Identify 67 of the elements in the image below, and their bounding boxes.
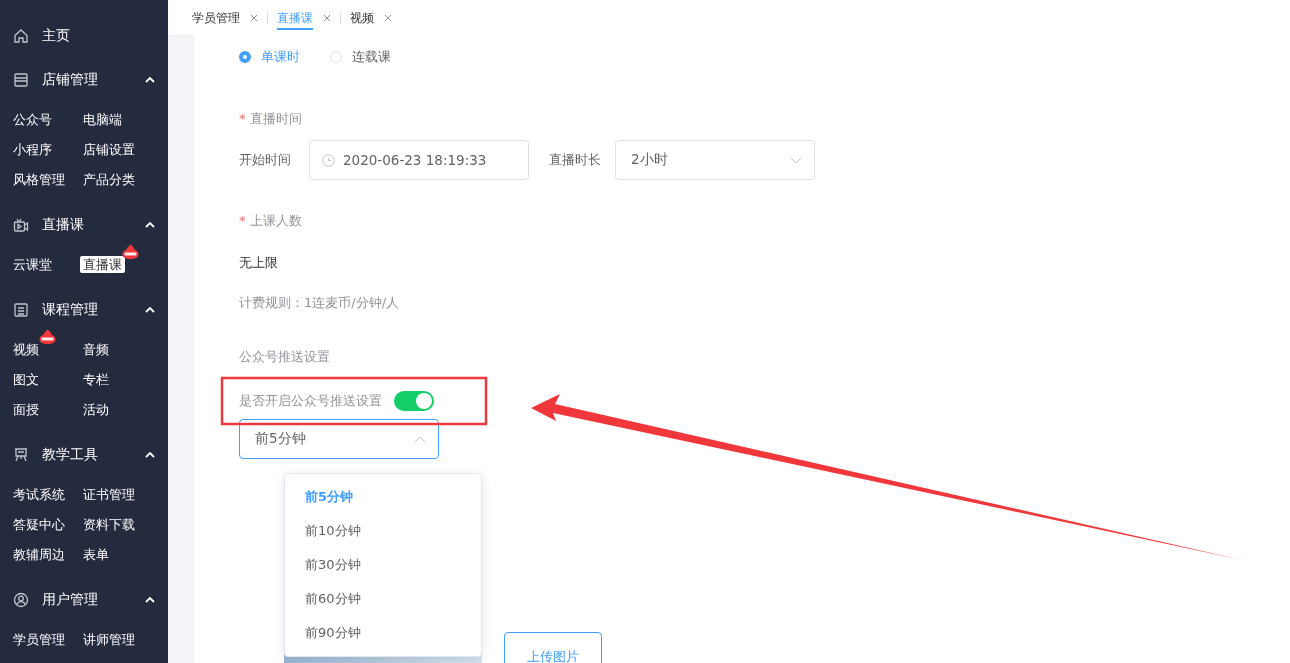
tab[interactable]: 学员管理 [192, 7, 240, 28]
menu-item[interactable]: 学员管理 [10, 631, 68, 648]
duration-select[interactable]: 2小时 [615, 140, 815, 180]
close-icon[interactable] [250, 13, 258, 22]
dropdown-option[interactable]: 前60分钟 [285, 582, 481, 616]
store-icon [13, 72, 29, 88]
easel-icon [13, 447, 29, 463]
reminder-select[interactable]: 前5分钟 [239, 419, 439, 459]
menu-item[interactable]: 表单 [80, 546, 112, 563]
menu-item[interactable]: 讲师管理 [80, 631, 138, 648]
menu-section-title[interactable]: 直播课 [42, 216, 132, 234]
menu-item[interactable]: 教辅周边 [10, 546, 68, 563]
menu-item[interactable]: 答疑中心 [10, 516, 68, 533]
required-mark: * [239, 111, 246, 126]
toggle-switch[interactable] [394, 391, 434, 411]
menu-item[interactable]: 活动 [80, 401, 112, 418]
caret-icon[interactable] [145, 222, 155, 228]
radio-button[interactable] [239, 51, 251, 63]
close-icon[interactable] [384, 13, 392, 22]
list-icon [13, 302, 29, 318]
field-label: 直播时长 [549, 151, 601, 169]
menu-section-title[interactable]: 用户管理 [42, 591, 132, 609]
chevron-down-icon [790, 156, 802, 164]
menu-item[interactable]: 视频 [10, 341, 42, 358]
menu-item[interactable]: 证书管理 [80, 486, 138, 503]
menu-section-title[interactable]: 教学工具 [42, 446, 132, 464]
close-icon[interactable] [323, 13, 331, 22]
home-icon [13, 28, 29, 44]
menu-item[interactable]: 小程序 [10, 141, 55, 158]
menu-item[interactable]: 专栏 [80, 371, 112, 388]
user-icon [13, 592, 29, 608]
field-value: 无上限 [239, 254, 279, 272]
menu-item[interactable]: 资料下载 [80, 516, 138, 533]
menu-item[interactable]: 面授 [10, 401, 42, 418]
video-camera-icon [13, 217, 29, 233]
tab[interactable]: 视频 [350, 7, 374, 28]
menu-section-title[interactable]: 课程管理 [42, 301, 132, 319]
menu-item[interactable]: 考试系统 [10, 486, 68, 503]
clock-icon [322, 153, 335, 167]
menu-item[interactable]: 公众号 [10, 111, 55, 128]
menu-item[interactable]: 图文 [10, 371, 42, 388]
menu-item[interactable]: 电脑端 [80, 111, 125, 128]
toggle-label: 是否开启公众号推送设置 [239, 392, 382, 410]
billing-note: 计费规则：1连麦币/分钟/人 [239, 294, 401, 312]
field-label: 上课人数 [249, 213, 302, 228]
menu-section-title[interactable]: 店铺管理 [42, 71, 132, 89]
field-label: 开始时间 [239, 151, 292, 169]
menu-item[interactable]: 直播课 [80, 256, 125, 273]
dropdown-option[interactable]: 前10分钟 [285, 514, 481, 548]
menu-section-title[interactable]: 主页 [42, 27, 155, 45]
menu-item[interactable]: 风格管理 [10, 171, 68, 188]
caret-icon[interactable] [145, 597, 155, 603]
radio-label[interactable]: 连载课 [352, 48, 391, 66]
caret-icon[interactable] [145, 307, 155, 313]
date-time-field[interactable]: 2020-06-23 18:19:33 [309, 140, 529, 180]
field-label: 直播时间 [249, 111, 302, 126]
menu-item[interactable]: 音频 [80, 341, 112, 358]
chevron-up-icon [414, 435, 426, 443]
required-mark: * [239, 213, 246, 228]
caret-icon[interactable] [145, 77, 155, 83]
menu-item[interactable]: 产品分类 [80, 171, 138, 188]
dropdown-option[interactable]: 前30分钟 [285, 548, 481, 582]
menu-item[interactable]: 云课堂 [10, 256, 55, 273]
dropdown-option[interactable]: 前90分钟 [285, 616, 481, 650]
menu-item[interactable]: 店铺设置 [80, 141, 138, 158]
section-heading: 公众号推送设置 [239, 348, 331, 366]
caret-icon[interactable] [145, 452, 155, 458]
